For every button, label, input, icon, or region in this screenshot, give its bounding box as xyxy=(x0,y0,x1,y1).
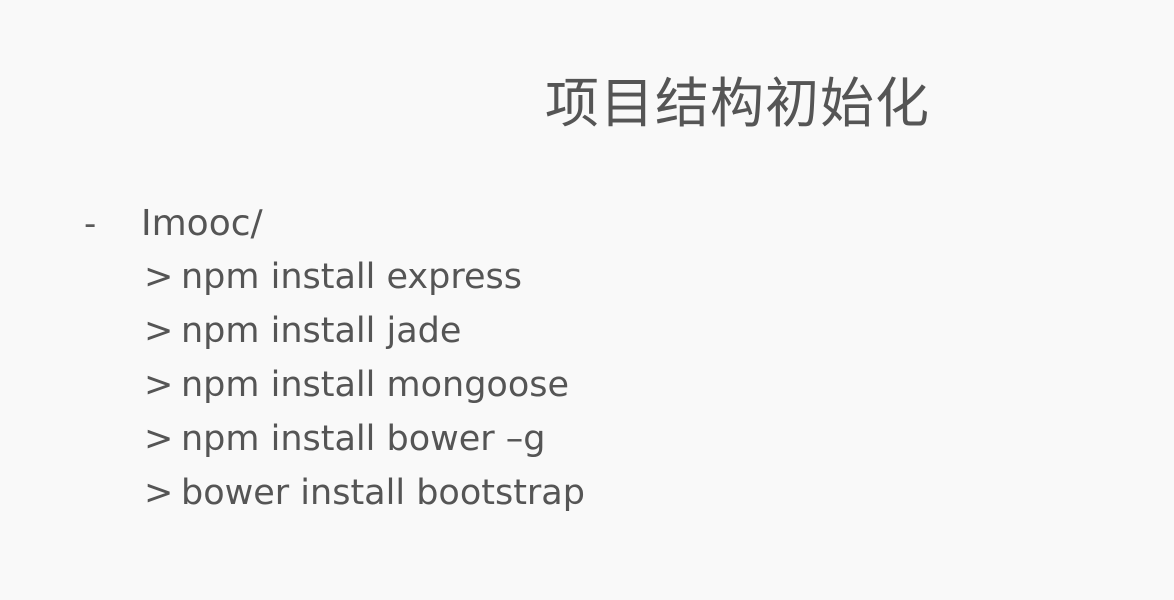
command-item: > npm install jade xyxy=(144,308,585,362)
command-text: npm install bower –g xyxy=(181,419,546,459)
command-item: > npm install express xyxy=(144,254,585,308)
prompt-symbol: > xyxy=(144,365,174,405)
slide-title: 项目结构初始化 xyxy=(545,72,930,135)
command-item: > bower install bootstrap xyxy=(144,470,585,524)
folder-name: Imooc/ xyxy=(141,203,263,244)
command-item: > npm install bower –g xyxy=(144,416,585,470)
prompt-symbol: > xyxy=(144,473,174,513)
prompt-symbol: > xyxy=(144,257,174,297)
command-text: npm install express xyxy=(181,257,522,297)
presentation-slide: 项目结构初始化 - Imooc/ > npm install express > n… xyxy=(0,0,1174,600)
command-text: npm install jade xyxy=(181,311,462,351)
bullet-dash: - xyxy=(84,204,97,244)
command-text: npm install mongoose xyxy=(181,365,570,405)
command-text: bower install bootstrap xyxy=(181,473,585,513)
command-list: > npm install express > npm install jade >… xyxy=(144,254,585,524)
prompt-symbol: > xyxy=(144,311,174,351)
command-item: > npm install mongoose xyxy=(144,362,585,416)
prompt-symbol: > xyxy=(144,419,174,459)
